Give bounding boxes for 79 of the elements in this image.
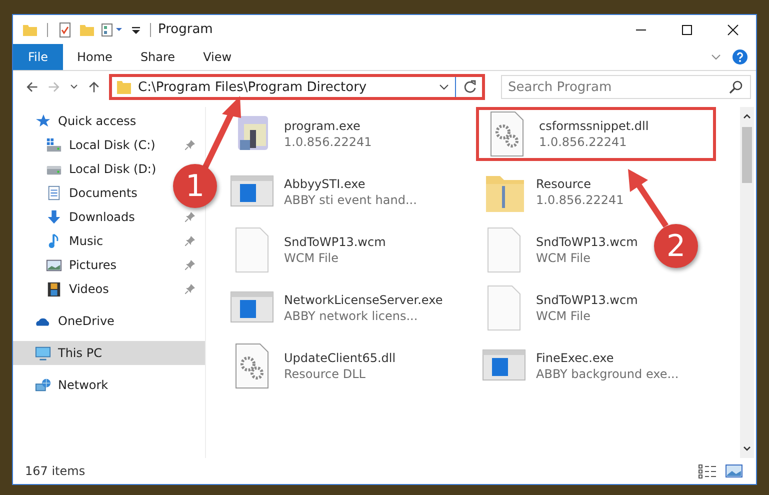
file-detail: 1.0.856.22241 [539, 135, 628, 149]
file-item[interactable]: FineExec.exe ABBY background exe... [476, 339, 683, 393]
file-item[interactable]: SndToWP13.wcm WCM File [476, 223, 642, 277]
search-icon[interactable] [728, 79, 744, 95]
file-name: csformssnippet.dll [539, 119, 649, 133]
ribbon-tab[interactable]: Home [63, 44, 126, 70]
file-detail: 1.0.856.22241 [284, 135, 372, 149]
details-view-icon[interactable] [698, 463, 718, 479]
drive-icon [46, 137, 62, 153]
file-detail: ABBY background exe... [536, 367, 679, 381]
sidebar-item[interactable]: Pictures [13, 253, 205, 277]
search-field[interactable]: Search Program [501, 75, 751, 99]
file-tab[interactable]: File [13, 44, 63, 70]
file-item[interactable]: AbbyySTI.exe ABBY sti event hand... [224, 165, 421, 219]
file-name: SndToWP13.wcm [536, 235, 638, 249]
file-detail: WCM File [536, 309, 592, 323]
tiles-view-icon[interactable] [724, 463, 744, 479]
file-name: program.exe [284, 119, 362, 133]
file-detail: Resource DLL [284, 367, 366, 381]
file-item[interactable]: csformssnippet.dll 1.0.856.22241 [476, 107, 716, 161]
item-count: 167 items [25, 464, 86, 478]
file-name: SndToWP13.wcm [284, 235, 386, 249]
file-name: AbbyySTI.exe [284, 177, 366, 191]
file-item[interactable]: SndToWP13.wcm WCM File [476, 281, 642, 335]
picture-icon [46, 257, 62, 273]
sidebar-item[interactable]: Videos [13, 277, 205, 301]
sidebar-item[interactable]: OneDrive [13, 309, 124, 333]
file-name: FineExec.exe [536, 351, 615, 365]
customize-icon[interactable] [131, 24, 141, 34]
sidebar-item[interactable]: Quick access [13, 109, 146, 133]
sidebar-item[interactable]: This PC [13, 341, 205, 365]
file-name: SndToWP13.wcm [536, 293, 638, 307]
film-icon [46, 281, 62, 297]
ribbon-tab[interactable]: View [189, 44, 246, 70]
download-arrow-icon [46, 209, 62, 225]
sidebar-item[interactable]: Documents [13, 181, 148, 205]
pin-icon [185, 212, 195, 222]
file-detail: WCM File [284, 251, 340, 265]
sidebar-item[interactable]: Network [13, 373, 118, 397]
pin-icon [185, 140, 195, 150]
file-detail: ABBY network licens... [284, 309, 419, 323]
view-dropdown-icon[interactable] [101, 22, 125, 38]
sidebar-item[interactable]: Music [13, 229, 205, 253]
file-name: UpdateClient65.dll [284, 351, 396, 365]
up-arrow-icon[interactable] [87, 79, 101, 95]
refresh-icon[interactable] [462, 79, 478, 95]
file-name: NetworkLicenseServer.exe [284, 293, 443, 307]
file-item[interactable]: UpdateClient65.dll Resource DLL [224, 339, 400, 393]
star-icon [35, 113, 51, 129]
computer-icon [35, 345, 51, 361]
maximize-icon [681, 24, 693, 36]
document-icon [46, 185, 62, 201]
sidebar-item[interactable]: Local Disk (D:) [13, 157, 166, 181]
network-icon [35, 377, 51, 393]
pin-icon [185, 236, 195, 246]
file-item[interactable]: program.exe 1.0.856.22241 [224, 107, 376, 161]
file-name: Resource [536, 177, 592, 191]
folder-icon [116, 79, 132, 95]
caret-icon[interactable] [439, 82, 449, 92]
sidebar-item[interactable]: Downloads [13, 205, 205, 229]
window-title: Program [158, 22, 214, 37]
pin-icon [185, 260, 195, 270]
file-item[interactable]: NetworkLicenseServer.exe ABBY network licens... [224, 281, 447, 335]
pin-icon [185, 284, 195, 294]
help-icon[interactable] [732, 49, 748, 65]
address-path: C:\Program Files\Program Directory [138, 80, 368, 94]
properties-icon[interactable] [57, 22, 73, 38]
ribbon-tab[interactable]: Share [126, 44, 190, 70]
file-detail: ABBY sti event hand... [284, 193, 417, 207]
close-icon [727, 24, 739, 36]
scrollbar[interactable] [740, 107, 754, 458]
file-detail: WCM File [536, 251, 592, 265]
address-bar[interactable]: C:\Program Files\Program Directory [109, 74, 485, 100]
file-item[interactable]: SndToWP13.wcm WCM File [224, 223, 390, 277]
scrollbar-thumb[interactable] [742, 127, 752, 183]
file-detail: 1.0.856.22241 [536, 193, 624, 207]
file-item[interactable]: Resource 1.0.856.22241 [476, 165, 628, 219]
pointer-arrow [628, 169, 668, 228]
sidebar-item[interactable]: Local Disk (C:) [13, 133, 205, 157]
